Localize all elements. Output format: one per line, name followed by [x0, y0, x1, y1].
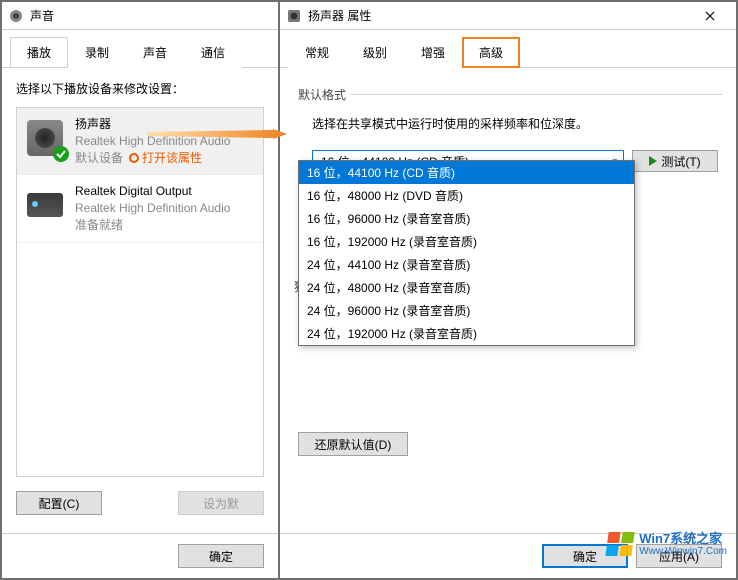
ok-button[interactable]: 确定 — [178, 544, 264, 568]
windows-logo-icon — [606, 532, 635, 556]
sound-window: 声音 播放 录制 声音 通信 选择以下播放设备来修改设置： 扬声器 Realte… — [1, 1, 279, 579]
digital-output-icon — [23, 183, 67, 227]
restore-defaults-button[interactable]: 还原默认值(D) — [298, 432, 408, 456]
format-option[interactable]: 24 位，48000 Hz (录音室音质) — [299, 276, 634, 299]
tab-general[interactable]: 常规 — [288, 37, 346, 68]
sound-titlebar: 声音 — [2, 2, 278, 30]
open-properties-hint: 打开该属性 — [129, 150, 202, 167]
tab-recording[interactable]: 录制 — [68, 37, 126, 68]
hint-dot-icon — [129, 153, 139, 163]
speaker-app-icon — [8, 8, 24, 24]
watermark: Win7系统之家 Www.Winwin7.Com — [607, 532, 727, 557]
properties-titlebar: 扬声器 属性 — [280, 2, 736, 30]
tab-playback[interactable]: 播放 — [10, 37, 68, 68]
format-option[interactable]: 16 位，48000 Hz (DVD 音质) — [299, 184, 634, 207]
format-option[interactable]: 16 位，96000 Hz (录音室音质) — [299, 207, 634, 230]
format-option[interactable]: 24 位，192000 Hz (录音室音质) — [299, 322, 634, 345]
format-option[interactable]: 24 位，44100 Hz (录音室音质) — [299, 253, 634, 276]
set-default-button: 设为默 — [178, 491, 264, 515]
device-digital-output[interactable]: Realtek Digital Output Realtek High Defi… — [17, 175, 263, 242]
format-option[interactable]: 16 位，44100 Hz (CD 音质) — [299, 161, 634, 184]
device-list[interactable]: 扬声器 Realtek High Definition Audio 默认设备 打… — [16, 107, 264, 477]
sound-tabs: 播放 录制 声音 通信 — [2, 30, 278, 68]
play-icon — [649, 156, 657, 166]
default-check-icon — [53, 146, 69, 162]
sound-footer: 确定 — [2, 533, 278, 578]
close-button[interactable] — [690, 3, 730, 29]
speaker-icon — [23, 116, 67, 160]
configure-button[interactable]: 配置(C) — [16, 491, 102, 515]
format-option[interactable]: 24 位，96000 Hz (录音室音质) — [299, 299, 634, 322]
group-divider — [350, 94, 722, 95]
device-name: Realtek Digital Output — [75, 183, 257, 200]
format-description: 选择在共享模式中运行时使用的采样频率和位深度。 — [312, 115, 718, 132]
format-dropdown[interactable]: 16 位，44100 Hz (CD 音质) 16 位，48000 Hz (DVD… — [298, 160, 635, 346]
properties-content: 默认格式 选择在共享模式中运行时使用的采样频率和位深度。 16 位，44100 … — [280, 68, 736, 533]
instruction-text: 选择以下播放设备来修改设置： — [16, 80, 264, 97]
tab-levels[interactable]: 级别 — [346, 37, 404, 68]
device-speaker[interactable]: 扬声器 Realtek High Definition Audio 默认设备 打… — [17, 108, 263, 175]
sound-content: 选择以下播放设备来修改设置： 扬声器 Realtek High Definiti… — [2, 68, 278, 533]
format-option[interactable]: 16 位，192000 Hz (录音室音质) — [299, 230, 634, 253]
device-status: 准备就绪 — [75, 217, 257, 234]
tab-advanced[interactable]: 高级 — [462, 37, 520, 68]
tab-enhancements[interactable]: 增强 — [404, 37, 462, 68]
speaker-icon — [286, 8, 302, 24]
device-name: 扬声器 — [75, 116, 257, 133]
device-sub: Realtek High Definition Audio — [75, 133, 257, 150]
device-status: 默认设备 — [75, 150, 123, 167]
properties-title: 扬声器 属性 — [308, 7, 690, 24]
device-sub: Realtek High Definition Audio — [75, 200, 257, 217]
properties-tabs: 常规 级别 增强 高级 — [280, 30, 736, 68]
test-button[interactable]: 测试(T) — [632, 150, 718, 172]
sound-title: 声音 — [30, 7, 272, 24]
watermark-url: Www.Winwin7.Com — [639, 546, 727, 557]
tab-sounds[interactable]: 声音 — [126, 37, 184, 68]
tab-communications[interactable]: 通信 — [184, 37, 242, 68]
watermark-title: Win7系统之家 — [639, 532, 727, 546]
speaker-properties-window: 扬声器 属性 常规 级别 增强 高级 默认格式 选择在共享模式中运行时使用的采样… — [279, 1, 737, 579]
